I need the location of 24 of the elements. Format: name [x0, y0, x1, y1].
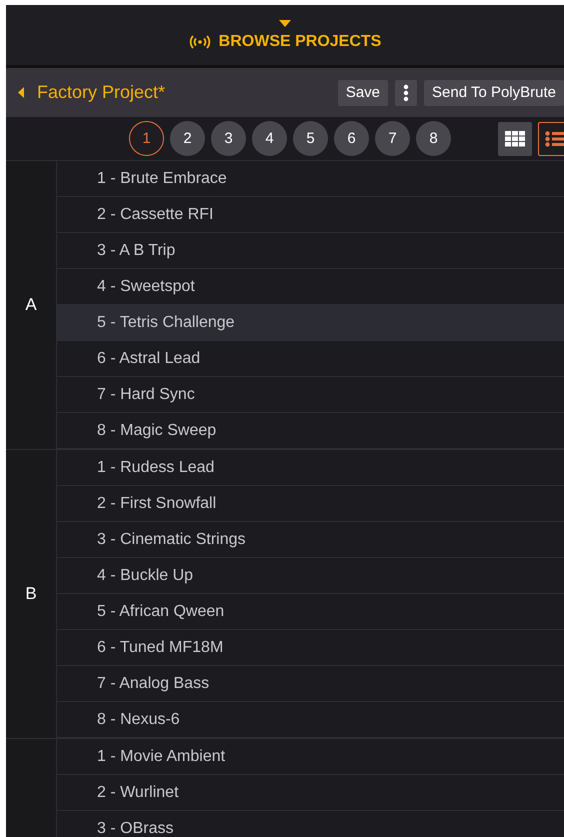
page-tab[interactable]: 1	[129, 121, 164, 156]
page-tab[interactable]: 7	[375, 121, 410, 156]
send-button[interactable]: Send To PolyBrute	[424, 80, 564, 106]
list-view-button[interactable]	[538, 122, 564, 156]
group-label: B	[25, 584, 37, 604]
broadcast-icon	[188, 34, 211, 48]
page-tab[interactable]: 3	[211, 121, 246, 156]
page-tab[interactable]: 4	[252, 121, 287, 156]
back-arrow-icon[interactable]	[18, 87, 24, 98]
page-tab[interactable]: 2	[170, 121, 205, 156]
preset-row[interactable]: 5 - Tetris Challenge	[57, 305, 564, 341]
caret-icon[interactable]	[279, 20, 291, 26]
group-label: A	[25, 295, 37, 315]
page-tab[interactable]: 5	[293, 121, 328, 156]
list-icon	[545, 130, 564, 146]
project-title: Factory Project*	[37, 82, 166, 103]
page-tab[interactable]: 8	[416, 121, 451, 156]
grid-icon	[505, 130, 525, 146]
more-icon	[403, 84, 410, 102]
page-tab[interactable]: 6	[334, 121, 369, 156]
save-button[interactable]: Save	[338, 80, 388, 106]
grid-view-button[interactable]	[498, 122, 532, 156]
header-title: BROWSE PROJECTS	[218, 32, 382, 50]
more-button[interactable]	[395, 80, 418, 106]
